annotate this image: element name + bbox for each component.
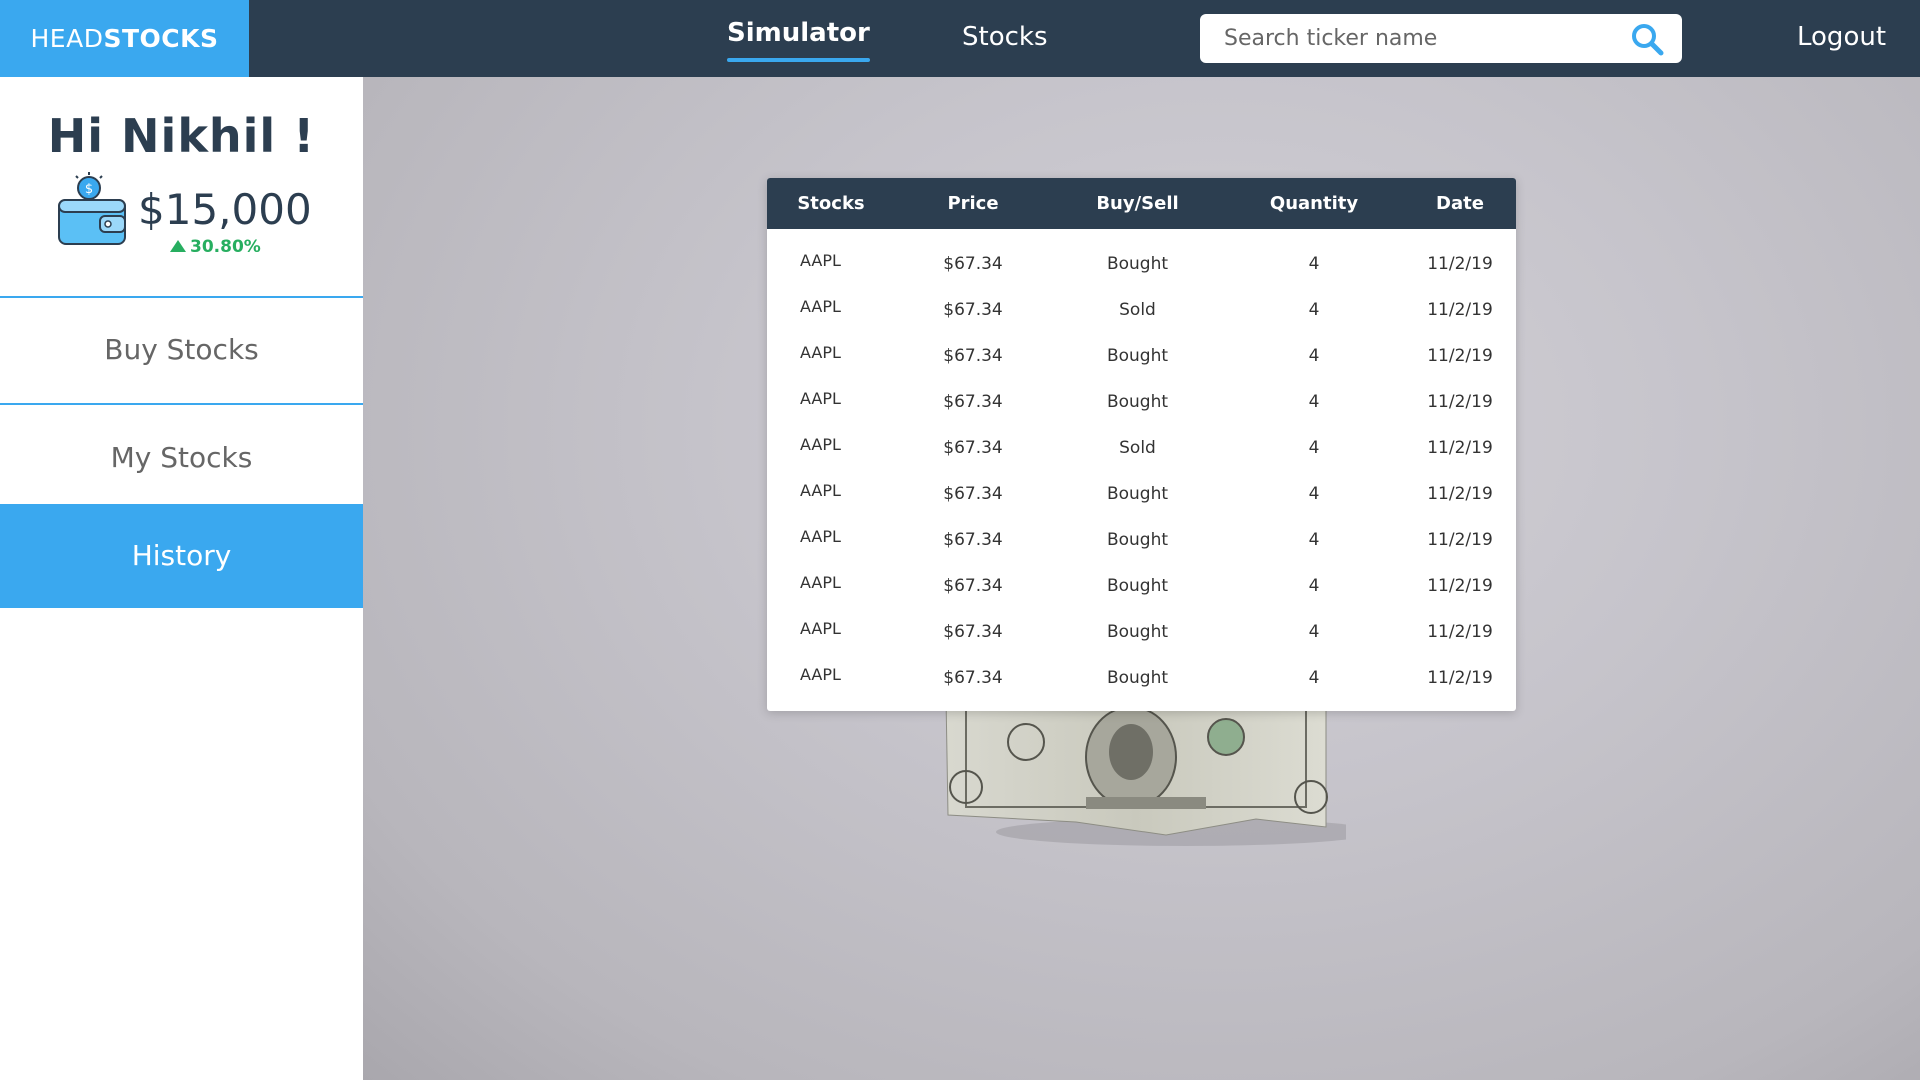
cell-buy-sell: Bought xyxy=(1106,530,1169,550)
cell-date: 11/2/19 xyxy=(1427,392,1493,412)
cell-buy-sell: Sold xyxy=(1119,438,1156,458)
logo-light: HEAD xyxy=(30,24,104,53)
sidebar: Hi Nikhil ! $ $15,000 30.80% Buy Stocks … xyxy=(0,77,363,1080)
cell-quantity: 4 xyxy=(1308,668,1320,688)
cell-date: 11/2/19 xyxy=(1427,300,1493,320)
cell-date: 11/2/19 xyxy=(1427,668,1493,688)
cell-stock: AAPL xyxy=(800,619,841,638)
cell-price: $67.34 xyxy=(943,484,1003,504)
wallet-icon: $ xyxy=(58,172,126,245)
column-header-price[interactable]: Price xyxy=(895,178,1051,229)
column-header-stocks[interactable]: Stocks xyxy=(767,178,895,229)
logo-bold: STOCKS xyxy=(103,24,219,53)
table-row[interactable]: AAPL $67.34 Sold 4 11/2/19 xyxy=(767,425,1516,471)
cell-quantity: 4 xyxy=(1308,576,1320,596)
column-header-buy-sell[interactable]: Buy/Sell xyxy=(1051,178,1224,229)
cell-date: 11/2/19 xyxy=(1427,346,1493,366)
top-navbar: HEADSTOCKS Simulator Stocks Logout xyxy=(0,0,1920,77)
history-table: Stocks Price Buy/Sell Quantity Date AAPL… xyxy=(767,178,1516,711)
balance-change-value: 30.80% xyxy=(190,237,261,257)
table-row[interactable]: AAPL $67.34 Bought 4 11/2/19 xyxy=(767,471,1516,517)
search-icon[interactable] xyxy=(1630,22,1664,56)
sidebar-item-history[interactable]: History xyxy=(0,504,363,608)
cell-buy-sell: Bought xyxy=(1106,346,1169,366)
cell-price: $67.34 xyxy=(943,346,1003,366)
table-header: Stocks Price Buy/Sell Quantity Date xyxy=(767,178,1516,229)
cell-price: $67.34 xyxy=(943,530,1003,550)
cell-stock: AAPL xyxy=(800,343,841,362)
column-header-date[interactable]: Date xyxy=(1404,178,1516,229)
svg-text:$: $ xyxy=(85,182,93,197)
cell-buy-sell: Bought xyxy=(1106,484,1169,504)
column-header-quantity[interactable]: Quantity xyxy=(1224,178,1404,229)
search-input[interactable] xyxy=(1224,14,1624,63)
cell-quantity: 4 xyxy=(1308,438,1320,458)
cell-buy-sell: Bought xyxy=(1106,622,1169,642)
cell-stock: AAPL xyxy=(800,481,841,500)
cell-buy-sell: Bought xyxy=(1106,576,1169,596)
nav-tab-simulator[interactable]: Simulator xyxy=(727,18,870,62)
search-box xyxy=(1200,14,1682,63)
cell-price: $67.34 xyxy=(943,622,1003,642)
balance-change: 30.80% xyxy=(170,237,261,257)
sidebar-item-buy-stocks[interactable]: Buy Stocks xyxy=(0,297,363,403)
dollar-bill-image xyxy=(945,697,1346,846)
cell-date: 11/2/19 xyxy=(1427,530,1493,550)
cell-quantity: 4 xyxy=(1308,484,1320,504)
cell-stock: AAPL xyxy=(800,251,841,270)
table-row[interactable]: AAPL $67.34 Bought 4 11/2/19 xyxy=(767,655,1516,701)
cell-stock: AAPL xyxy=(800,389,841,408)
cell-price: $67.34 xyxy=(943,392,1003,412)
cell-buy-sell: Bought xyxy=(1106,254,1169,274)
table-row[interactable]: AAPL $67.34 Bought 4 11/2/19 xyxy=(767,379,1516,425)
cell-date: 11/2/19 xyxy=(1427,254,1493,274)
table-row[interactable]: AAPL $67.34 Bought 4 11/2/19 xyxy=(767,333,1516,379)
cell-stock: AAPL xyxy=(800,435,841,454)
cell-buy-sell: Sold xyxy=(1119,300,1156,320)
table-row[interactable]: AAPL $67.34 Bought 4 11/2/19 xyxy=(767,241,1516,287)
cell-quantity: 4 xyxy=(1308,530,1320,550)
cell-date: 11/2/19 xyxy=(1427,484,1493,504)
cell-quantity: 4 xyxy=(1308,622,1320,642)
greeting: Hi Nikhil ! xyxy=(47,109,316,163)
table-row[interactable]: AAPL $67.34 Bought 4 11/2/19 xyxy=(767,563,1516,609)
cell-stock: AAPL xyxy=(800,665,841,684)
cell-price: $67.34 xyxy=(943,576,1003,596)
cell-price: $67.34 xyxy=(943,254,1003,274)
table-row[interactable]: AAPL $67.34 Bought 4 11/2/19 xyxy=(767,609,1516,655)
cell-stock: AAPL xyxy=(800,297,841,316)
cell-date: 11/2/19 xyxy=(1427,438,1493,458)
triangle-up-icon xyxy=(170,240,186,252)
cell-buy-sell: Bought xyxy=(1106,392,1169,412)
cell-stock: AAPL xyxy=(800,527,841,546)
table-row[interactable]: AAPL $67.34 Sold 4 11/2/19 xyxy=(767,287,1516,333)
cell-price: $67.34 xyxy=(943,668,1003,688)
cell-quantity: 4 xyxy=(1308,392,1320,412)
cell-date: 11/2/19 xyxy=(1427,622,1493,642)
cell-buy-sell: Bought xyxy=(1106,668,1169,688)
nav-tab-stocks[interactable]: Stocks xyxy=(962,22,1048,52)
table-row[interactable]: AAPL $67.34 Bought 4 11/2/19 xyxy=(767,517,1516,563)
sidebar-item-my-stocks[interactable]: My Stocks xyxy=(0,405,363,510)
cell-price: $67.34 xyxy=(943,300,1003,320)
cell-date: 11/2/19 xyxy=(1427,576,1493,596)
cell-price: $67.34 xyxy=(943,438,1003,458)
cell-quantity: 4 xyxy=(1308,346,1320,366)
cell-quantity: 4 xyxy=(1308,254,1320,274)
cell-quantity: 4 xyxy=(1308,300,1320,320)
cell-stock: AAPL xyxy=(800,573,841,592)
logout-button[interactable]: Logout xyxy=(1797,22,1886,52)
balance-value: $15,000 xyxy=(138,185,312,234)
app-logo[interactable]: HEADSTOCKS xyxy=(0,0,249,77)
